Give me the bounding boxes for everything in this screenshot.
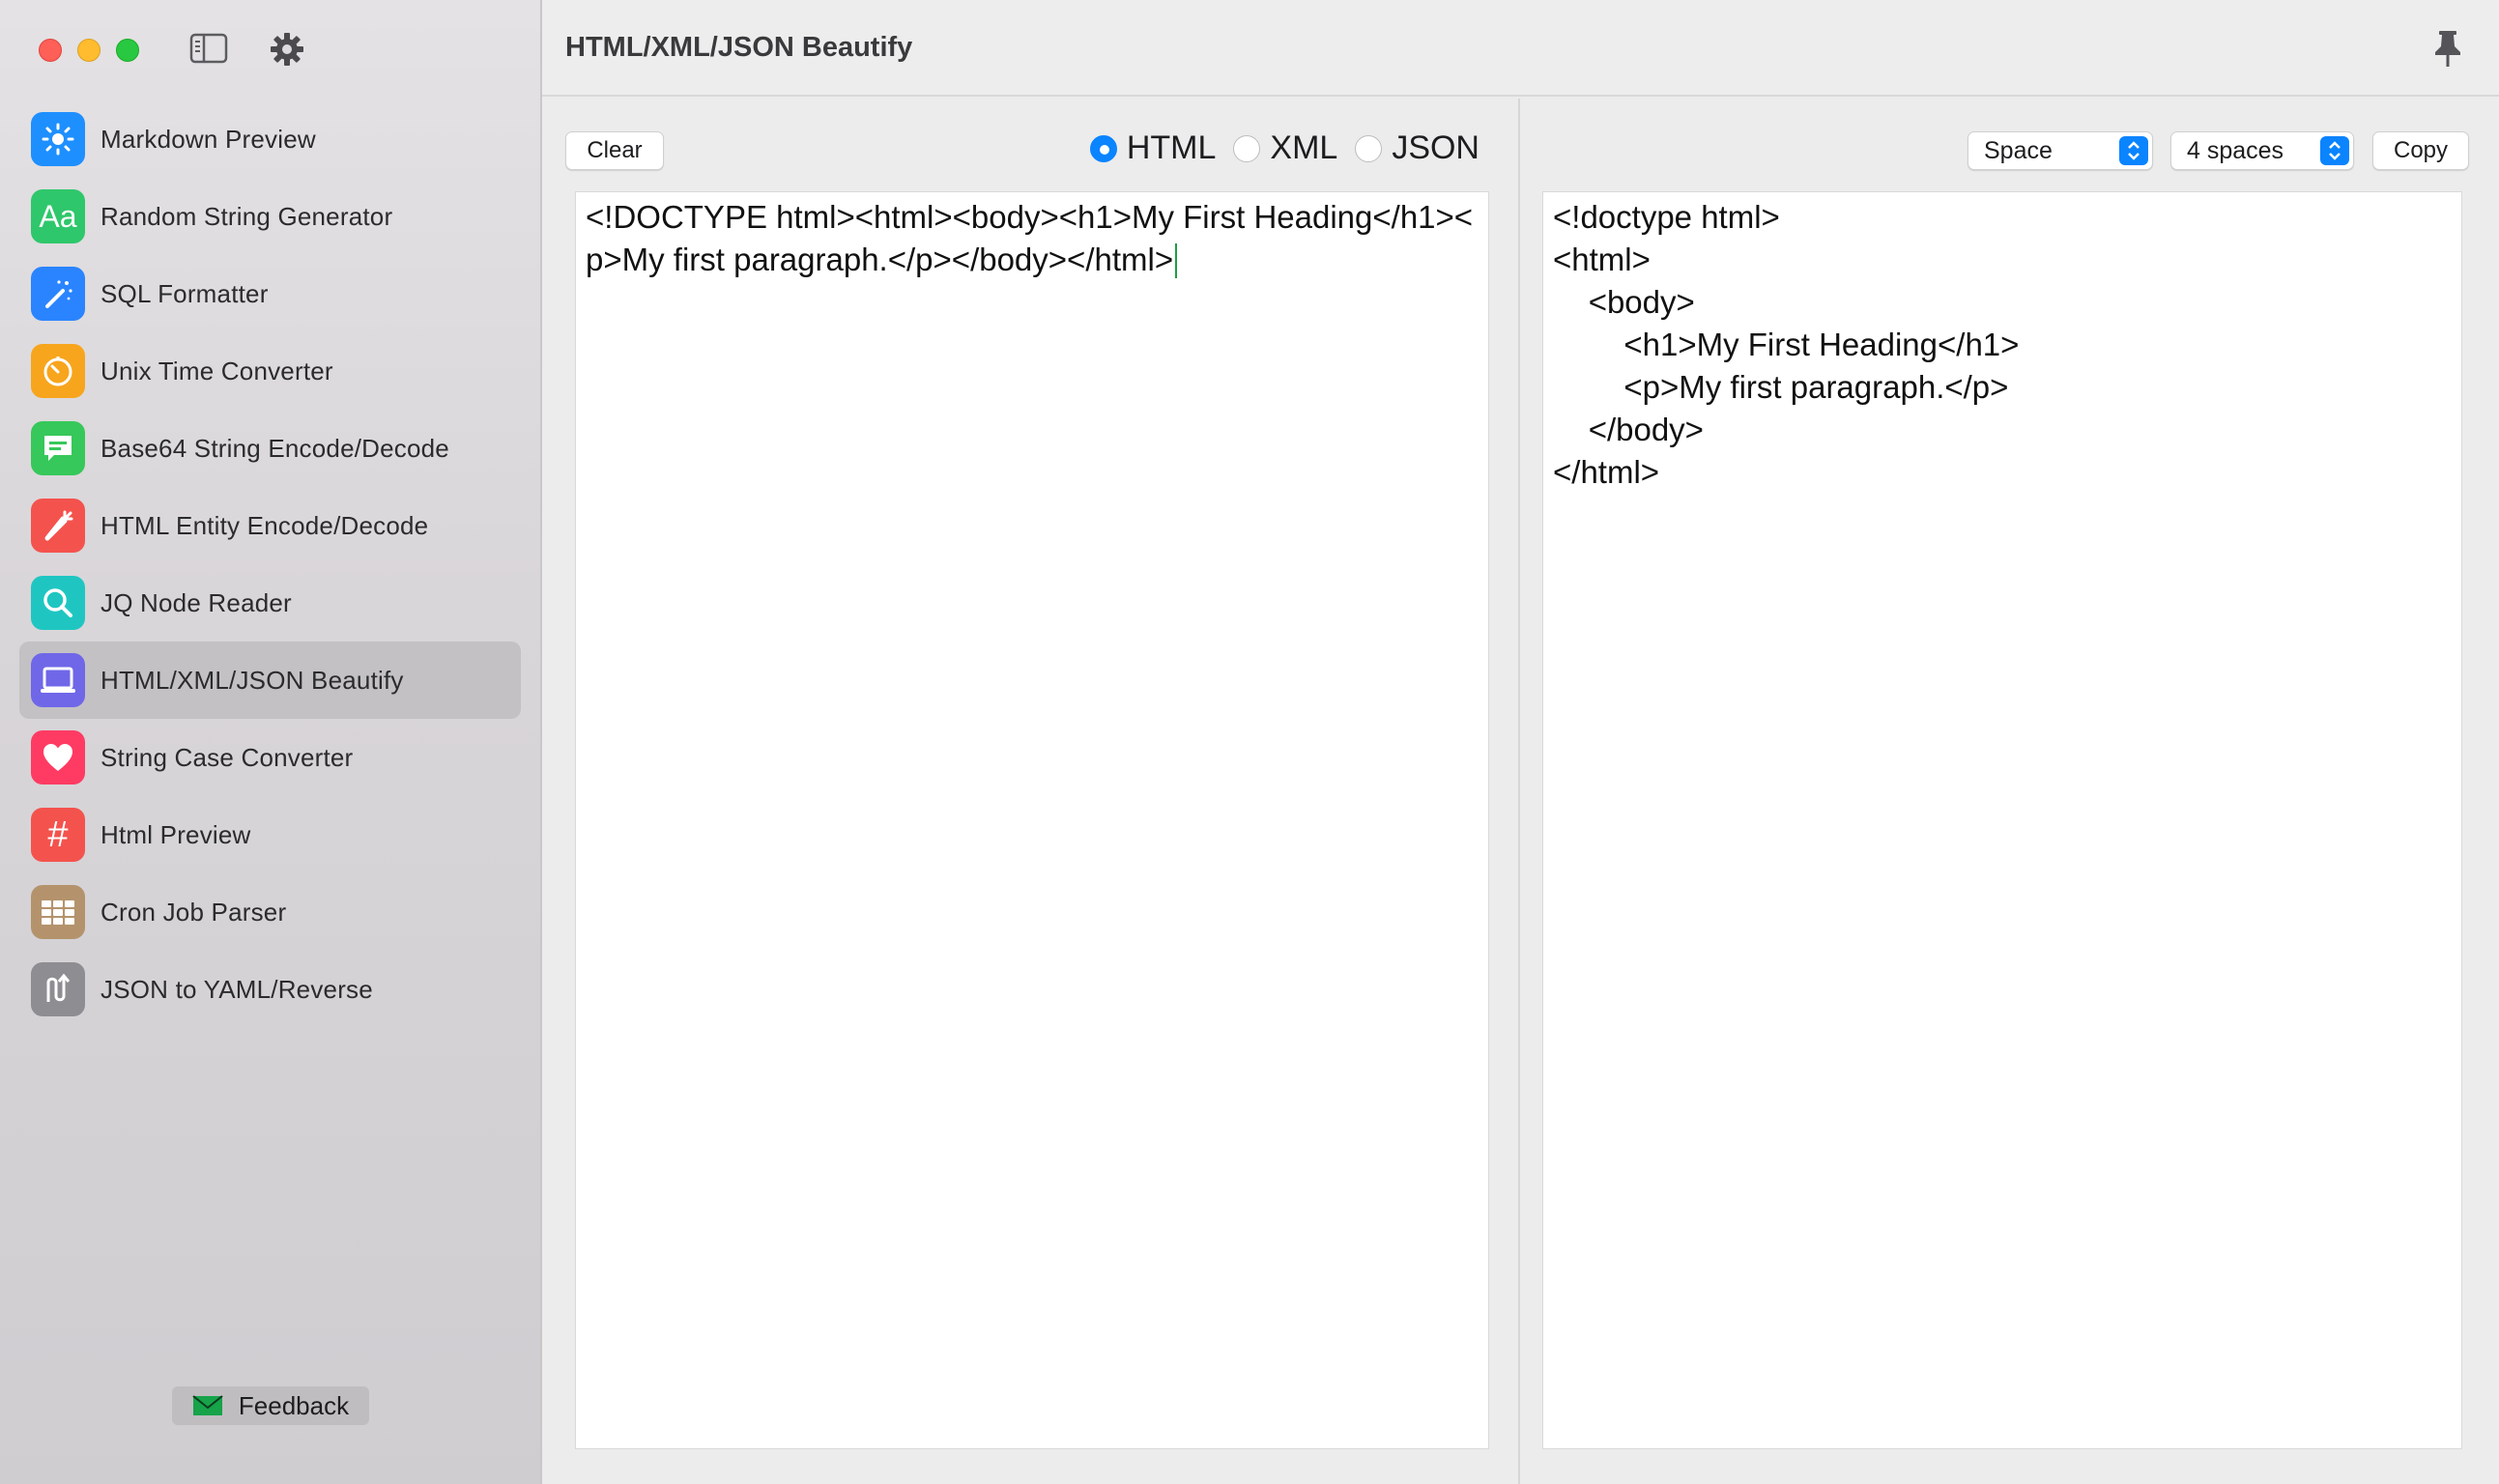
sun-icon [31,112,85,166]
input-editor[interactable]: <!DOCTYPE html><html><body><h1>My First … [575,191,1489,1449]
radio-xml-label: XML [1270,129,1338,166]
sidebar-item-html-preview[interactable]: # Html Preview [19,796,521,873]
radio-xml[interactable]: XML [1233,129,1337,167]
sidebar: Markdown Preview Aa Random String Genera… [0,0,542,1484]
sidebar-item-string-case-converter[interactable]: String Case Converter [19,719,521,796]
sidebar-item-label: Unix Time Converter [101,356,333,385]
sidebar-item-random-string-generator[interactable]: Aa Random String Generator [19,178,521,255]
clear-button[interactable]: Clear [565,131,664,170]
text-caret [1175,243,1178,278]
window-controls [39,39,139,62]
sidebar-item-label: Cron Job Parser [101,897,287,927]
radio-html[interactable]: HTML [1089,129,1217,167]
minimize-window-button[interactable] [77,39,101,62]
radio-json-indicator[interactable] [1355,134,1383,162]
sidebar-item-label: HTML/XML/JSON Beautify [101,665,404,695]
grid-icon [31,885,85,939]
carrot-icon [31,499,85,553]
magic-wand-icon [31,267,85,321]
sidebar-item-label: Base64 String Encode/Decode [101,433,449,463]
sidebar-item-markdown-preview[interactable]: Markdown Preview [19,100,521,178]
updown-chevron-icon [2119,136,2148,165]
sidebar-item-html-xml-json-beautify[interactable]: HTML/XML/JSON Beautify [19,642,521,719]
envelope-icon [192,1395,223,1415]
sidebar-item-jq-node-reader[interactable]: JQ Node Reader [19,564,521,642]
sidebar-item-label: Markdown Preview [101,124,316,154]
indent-size-select[interactable]: 4 spaces [2170,131,2354,170]
sidebar-item-label: Random String Generator [101,201,393,231]
output-text: <!doctype html> <html> <body> <h1>My Fir… [1553,199,2020,490]
indent-type-value: Space [1984,136,2053,164]
title-bar: HTML/XML/JSON Beautify [542,0,2499,97]
sidebar-item-label: String Case Converter [101,742,354,772]
magnifier-icon [31,576,85,630]
app-window: Markdown Preview Aa Random String Genera… [0,0,2499,1484]
close-window-button[interactable] [39,39,62,62]
sidebar-item-base64-encode-decode[interactable]: Base64 String Encode/Decode [19,410,521,487]
format-radio-group: HTML XML JSON [1089,129,1479,167]
input-editor-text: <!DOCTYPE html><html><body><h1>My First … [586,199,1474,277]
swap-arrows-icon [31,962,85,1016]
sidebar-item-label: HTML Entity Encode/Decode [101,510,429,540]
input-pane: Clear HTML XML JSON <!DOCTYPE html><html… [542,99,1520,1484]
heart-icon [31,730,85,785]
settings-gear-icon[interactable] [269,31,305,68]
sidebar-item-cron-job-parser[interactable]: Cron Job Parser [19,873,521,951]
output-pane: Space 4 spaces Copy <!doctype html> <htm… [1522,99,2499,1484]
text-aa-icon: Aa [31,189,85,243]
sidebar-item-sql-formatter[interactable]: SQL Formatter [19,255,521,332]
pin-icon[interactable] [2431,29,2464,68]
radio-html-indicator[interactable] [1089,134,1117,162]
radio-json-label: JSON [1392,129,1479,166]
hashtag-icon: # [31,808,85,862]
main-content: HTML/XML/JSON Beautify Clear HTML XML JS… [542,0,2499,1484]
sidebar-toggle-icon[interactable] [189,33,228,64]
indent-type-select[interactable]: Space [1968,131,2153,170]
sidebar-item-label: SQL Formatter [101,278,269,308]
page-title: HTML/XML/JSON Beautify [565,31,913,63]
zoom-window-button[interactable] [116,39,139,62]
output-viewer[interactable]: <!doctype html> <html> <body> <h1>My Fir… [1542,191,2462,1449]
sidebar-item-json-to-yaml[interactable]: JSON to YAML/Reverse [19,951,521,1028]
message-bubble-icon [31,421,85,475]
sidebar-item-label: JQ Node Reader [101,587,292,617]
tool-list: Markdown Preview Aa Random String Genera… [19,100,521,1028]
updown-chevron-icon [2320,136,2349,165]
sidebar-item-label: JSON to YAML/Reverse [101,974,373,1004]
copy-button[interactable]: Copy [2372,131,2469,170]
radio-xml-indicator[interactable] [1233,134,1261,162]
feedback-label: Feedback [238,1390,350,1420]
timer-icon [31,344,85,398]
sidebar-item-unix-time-converter[interactable]: Unix Time Converter [19,332,521,410]
laptop-icon [31,653,85,707]
radio-html-label: HTML [1126,129,1217,166]
sidebar-item-label: Html Preview [101,819,251,849]
radio-json[interactable]: JSON [1355,129,1479,167]
feedback-button[interactable]: Feedback [172,1386,369,1425]
sidebar-item-html-entity-encode-decode[interactable]: HTML Entity Encode/Decode [19,487,521,564]
indent-size-value: 4 spaces [2187,136,2284,164]
